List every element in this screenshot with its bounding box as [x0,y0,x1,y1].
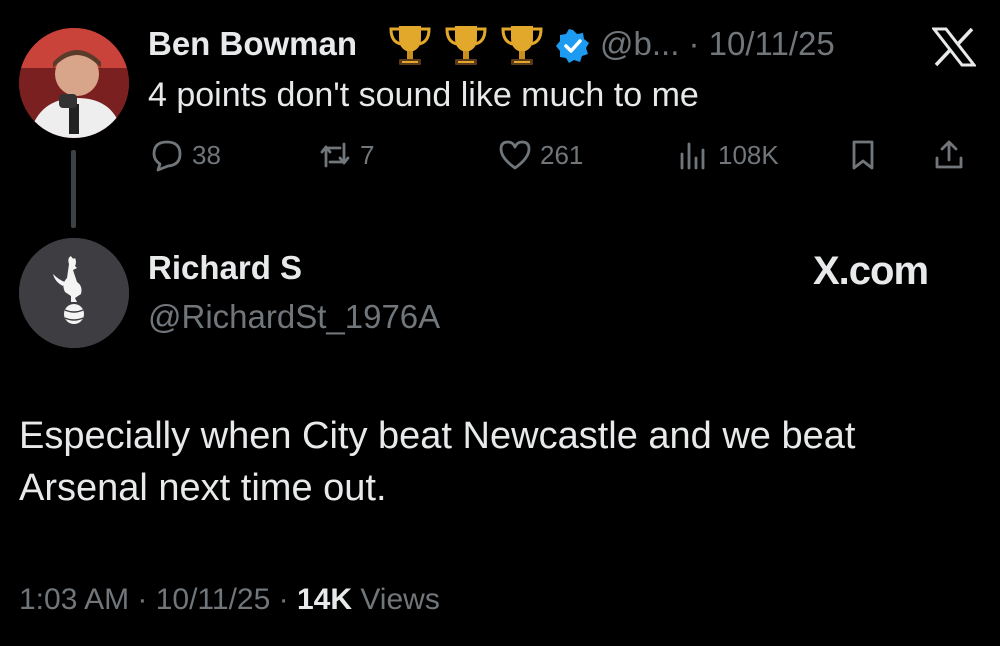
x-com-logo: X.com [813,249,929,293]
views-chart-icon [680,142,705,170]
heart-icon [499,140,531,170]
repost-count: 7 [360,139,375,170]
avatar-photo [19,28,129,138]
author-name[interactable]: Ben Bowman [148,25,357,63]
verified-badge-icon [556,29,589,63]
tweet-text: 4 points don't sound like much to me [148,76,699,114]
share-icon [935,140,963,169]
author-handle[interactable]: @RichardSt_1976A [148,298,440,336]
repost-button[interactable]: 7 [318,138,374,172]
views-button[interactable]: 108K [676,138,779,172]
author-name[interactable]: Richard S [148,249,302,287]
timestamp[interactable]: 1:03 AM · 10/11/25 · [19,583,289,616]
x-logo-icon[interactable] [932,27,976,67]
bookmark-button[interactable] [846,138,880,172]
tweet-body: Especially when City beat Newcastle and … [19,410,979,514]
views-total: 14K [296,583,352,616]
like-count: 261 [540,139,584,170]
views-label: Views [360,583,440,616]
reply-button[interactable]: 38 [150,138,221,172]
trophy-icon [389,26,431,65]
handle-and-date[interactable]: @b... · 10/11/25 [600,25,835,63]
tweet-text-line: Arsenal next time out. [19,467,387,509]
like-button[interactable]: 261 [498,138,583,172]
avatar[interactable] [19,28,129,138]
bookmark-icon [852,140,874,170]
avatar[interactable] [19,238,129,348]
share-button[interactable] [932,138,966,172]
tweet-text-line: Especially when City beat Newcastle and … [19,415,856,457]
reply-icon [152,140,182,172]
reply-count: 38 [192,139,221,170]
cockerel-crest-icon [19,238,129,348]
tweet-meta: 1:03 AM · 10/11/25 · 14K Views [19,583,440,617]
thread-connector [71,150,76,228]
badge-group [385,20,547,70]
repost-icon [320,142,350,168]
trophy-icon [445,26,487,65]
views-count: 108K [718,139,779,170]
trophy-icon [501,26,543,65]
